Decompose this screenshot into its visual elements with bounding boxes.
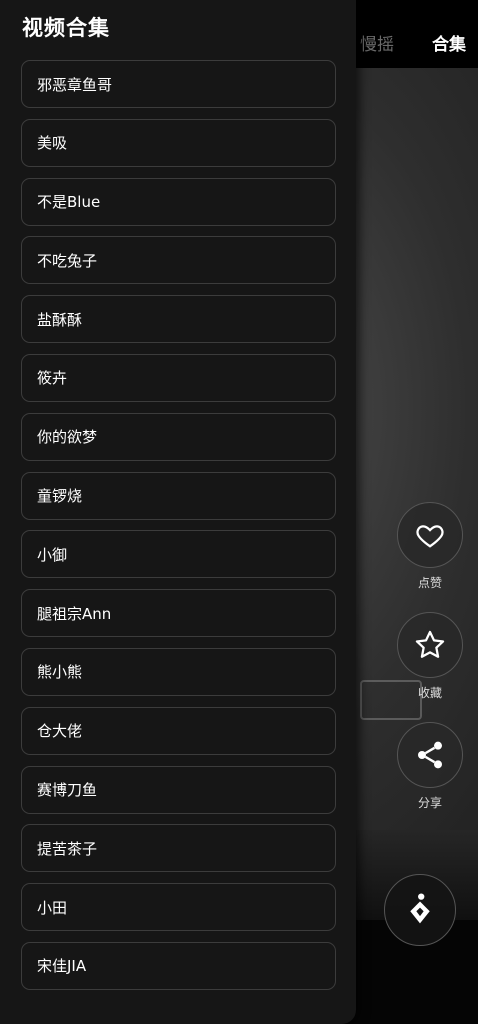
app-logo-icon (410, 893, 430, 924)
collection-item[interactable]: 赛博刀鱼 (21, 765, 336, 814)
collection-item[interactable]: 邪恶章鱼哥 (21, 60, 336, 108)
collection-item[interactable]: 筱卉 (21, 353, 336, 402)
favorite-label: 收藏 (417, 686, 442, 700)
collection-item[interactable]: 盐酥酥 (21, 295, 336, 344)
collection-list: 邪恶章鱼哥 美吸 不是Blue 不吃兔子 盐酥酥 筱卉 你的欲梦 童锣烧 小御 … (21, 60, 336, 1001)
share-action[interactable]: 分享 (396, 722, 464, 811)
like-button[interactable] (397, 502, 463, 568)
drawer-title: 视频合集 (22, 16, 110, 40)
collections-drawer: 视频合集 邪恶章鱼哥 美吸 不是Blue 不吃兔子 盐酥酥 筱卉 你的欲梦 童锣… (0, 0, 356, 1024)
collection-item[interactable]: 熊小熊 (21, 647, 336, 696)
app-logo-button[interactable] (384, 874, 456, 946)
favorite-action[interactable]: 收藏 (396, 612, 464, 701)
share-icon (418, 741, 442, 769)
favorite-button[interactable] (397, 612, 463, 678)
collection-item[interactable]: 美吸 (21, 118, 336, 167)
tab-collections[interactable]: 合集 (432, 30, 466, 55)
collection-item[interactable]: 不吃兔子 (21, 236, 336, 285)
like-action[interactable]: 点赞 (396, 502, 464, 591)
collection-item[interactable]: 不是Blue (21, 177, 336, 226)
collection-item[interactable]: 仓大佬 (21, 706, 336, 755)
star-icon (415, 630, 445, 658)
collection-item[interactable]: 童锣烧 (21, 471, 336, 520)
collection-item[interactable]: 你的欲梦 (21, 412, 336, 461)
collection-item[interactable]: 宋佳JIA (21, 941, 336, 990)
share-label: 分享 (417, 796, 442, 810)
collection-item[interactable]: 提苦茶子 (21, 824, 336, 873)
collection-item[interactable]: 腿祖宗Ann (21, 589, 336, 638)
collection-item[interactable]: 小御 (21, 530, 336, 579)
like-label: 点赞 (417, 576, 442, 590)
tab-slow-dance[interactable]: 慢摇 (360, 30, 394, 55)
share-button[interactable] (397, 722, 463, 788)
collection-item[interactable]: 小田 (21, 883, 336, 932)
heart-icon (416, 525, 444, 548)
